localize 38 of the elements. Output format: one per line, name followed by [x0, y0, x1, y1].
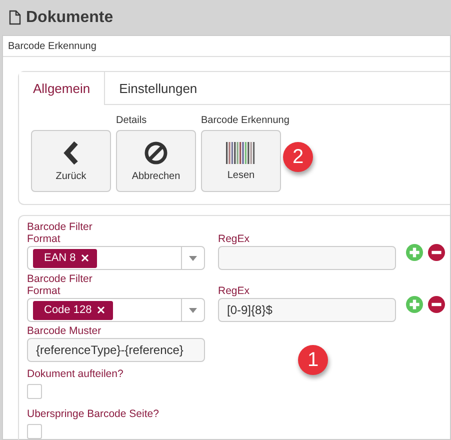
field-label: Format — [27, 286, 62, 297]
remove-icon[interactable] — [428, 244, 445, 261]
format-select[interactable]: EAN 8 — [27, 246, 205, 270]
remove-icon[interactable] — [428, 296, 445, 313]
chevron-left-icon — [63, 140, 79, 164]
remove-icon[interactable] — [80, 254, 89, 262]
action-button[interactable]: Lesen — [201, 130, 281, 192]
format-tag: EAN 8 — [33, 248, 97, 268]
field-label: Barcode Filter — [27, 222, 94, 233]
checkbox[interactable] — [27, 384, 42, 399]
checkbox[interactable] — [27, 424, 42, 439]
checkbox-label: Dokument aufteilen? — [27, 369, 124, 380]
field-label: RegEx — [218, 234, 251, 245]
action-button[interactable]: Zurück — [31, 130, 111, 192]
regex-field[interactable]: [0-9]{8}$ — [218, 298, 396, 322]
remove-icon[interactable] — [96, 306, 105, 314]
add-icon[interactable] — [406, 296, 423, 313]
prohibited-icon — [144, 140, 168, 164]
field-label: Barcode Filter — [27, 274, 94, 285]
tab[interactable]: Allgemein — [19, 72, 106, 105]
field-label: Barcode Muster — [27, 326, 102, 337]
caret-icon — [189, 256, 197, 260]
field-label: RegEx — [218, 286, 251, 297]
pattern-field[interactable]: {referenceType}-{reference} — [27, 338, 205, 362]
regex-field[interactable] — [218, 246, 396, 270]
panel-title: Barcode Erkennung — [3, 36, 450, 57]
caret-icon — [189, 308, 197, 312]
action-button[interactable]: Abbrechen — [116, 130, 196, 192]
format-select[interactable]: Code 128 — [27, 298, 205, 322]
barcode-icon — [226, 142, 256, 164]
add-icon[interactable] — [406, 244, 423, 261]
document-icon — [9, 10, 21, 25]
format-tag: Code 128 — [33, 300, 113, 320]
group-label: Barcode Erkennung — [201, 115, 290, 126]
group-label: Details — [116, 115, 147, 126]
field-label: Format — [27, 234, 62, 245]
page-title: Dokumente — [26, 8, 114, 26]
checkbox-label: Uberspringe Barcode Seite? — [27, 409, 160, 420]
